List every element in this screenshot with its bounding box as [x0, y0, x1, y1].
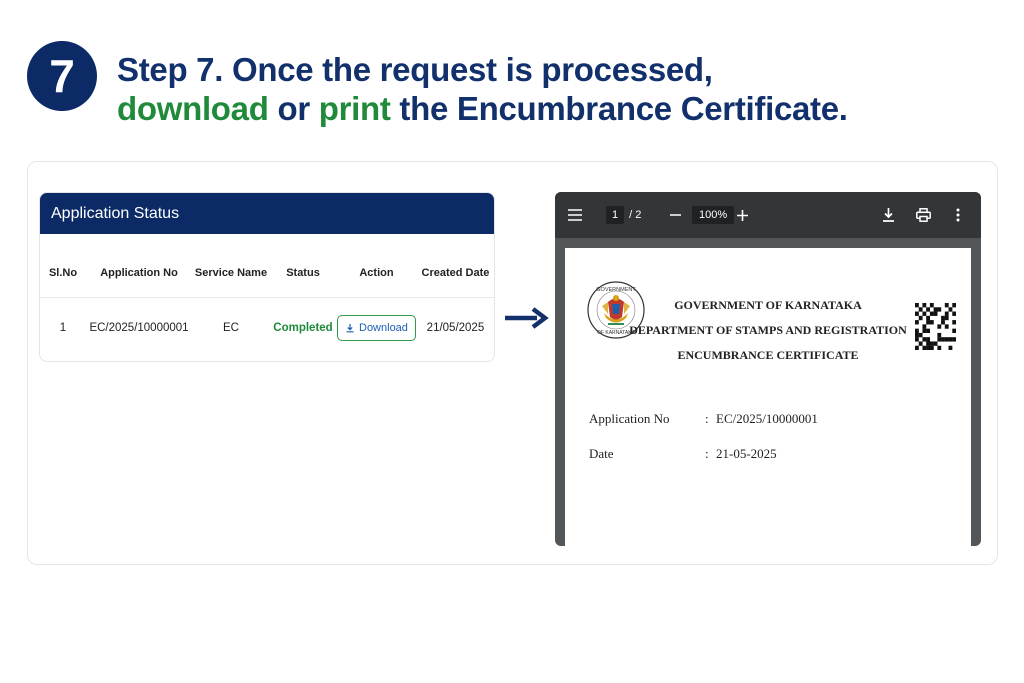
cell-created-date: 21/05/2025: [426, 322, 485, 334]
download-button[interactable]: Download: [337, 315, 416, 341]
cell-action: Download: [336, 298, 417, 359]
more-icon[interactable]: [956, 192, 960, 238]
cell-status-badge: Completed: [273, 322, 333, 334]
headline-line-2: download or print the Encumbrance Certif…: [117, 89, 848, 128]
menu-icon[interactable]: [568, 192, 582, 238]
column-header-application-no: Application No: [86, 234, 192, 298]
page-indicator: 1 / 2: [606, 192, 641, 238]
table-header-row: Sl.No Application No Service Name Status…: [40, 234, 494, 298]
field-sep-date: :: [705, 446, 709, 461]
field-value-date: 21-05-2025: [716, 446, 777, 461]
certificate-line-1: GOVERNMENT OF KARNATAKA: [674, 298, 862, 312]
page-total: / 2: [629, 209, 642, 221]
certificate-page: GOVERNMENT OF KARNATAKA GOVERNMENT OF KA…: [565, 248, 971, 546]
download-icon[interactable]: [882, 192, 895, 238]
download-button-label: Download: [359, 322, 408, 334]
right-arrow-icon: [505, 307, 549, 329]
headline-rest: the Encumbrance Certificate.: [390, 90, 848, 127]
application-status-title: Application Status: [40, 193, 494, 234]
pdf-viewer: 1 / 2 100% GOVERNMENT OF KARNATAKA GOVER…: [555, 192, 981, 546]
step-number-badge: 7: [27, 41, 97, 111]
cell-sl-no: 1: [59, 322, 67, 334]
certificate-line-2: DEPARTMENT OF STAMPS AND REGISTRATION: [629, 323, 907, 337]
cell-application-no: EC/2025/10000001: [89, 322, 189, 334]
zoom-in-icon[interactable]: [737, 192, 748, 238]
certificate-title: ENCUMBRANCE CERTIFICATE: [677, 348, 859, 362]
field-label-application-no: Application No: [589, 411, 670, 426]
column-header-created-date: Created Date: [416, 234, 494, 298]
headline-line-1: Step 7. Once the request is processed,: [117, 51, 713, 88]
zoom-level-value: 100%: [692, 206, 735, 224]
qr-code-icon: [915, 303, 956, 350]
column-header-action: Action: [336, 234, 417, 298]
step-headline: Step 7. Once the request is processed, d…: [117, 50, 848, 128]
cell-service-name: EC: [223, 322, 239, 334]
field-sep-application-no: :: [705, 411, 709, 426]
print-icon[interactable]: [916, 192, 931, 238]
emblem-text-top: GOVERNMENT: [596, 287, 636, 293]
column-header-status: Status: [270, 234, 336, 298]
download-icon: [346, 324, 354, 333]
application-status-card: Application Status Sl.No Application No …: [39, 192, 495, 362]
pdf-toolbar: 1 / 2 100%: [555, 192, 981, 238]
field-value-application-no: EC/2025/10000001: [716, 411, 818, 426]
field-label-date: Date: [589, 446, 614, 461]
page-number-input[interactable]: 1: [606, 206, 625, 224]
zoom-out-icon[interactable]: [670, 192, 681, 238]
headline-or-word: or: [268, 90, 319, 127]
zoom-level[interactable]: 100%: [692, 192, 735, 238]
application-status-table: Sl.No Application No Service Name Status…: [40, 234, 494, 358]
column-header-service-name: Service Name: [192, 234, 270, 298]
step-number: 7: [49, 50, 75, 102]
column-header-sl-no: Sl.No: [40, 234, 86, 298]
headline-print-word: print: [318, 90, 391, 127]
headline-download-word: download: [117, 90, 269, 127]
table-row: 1 EC/2025/10000001 EC Completed Download…: [40, 298, 494, 359]
